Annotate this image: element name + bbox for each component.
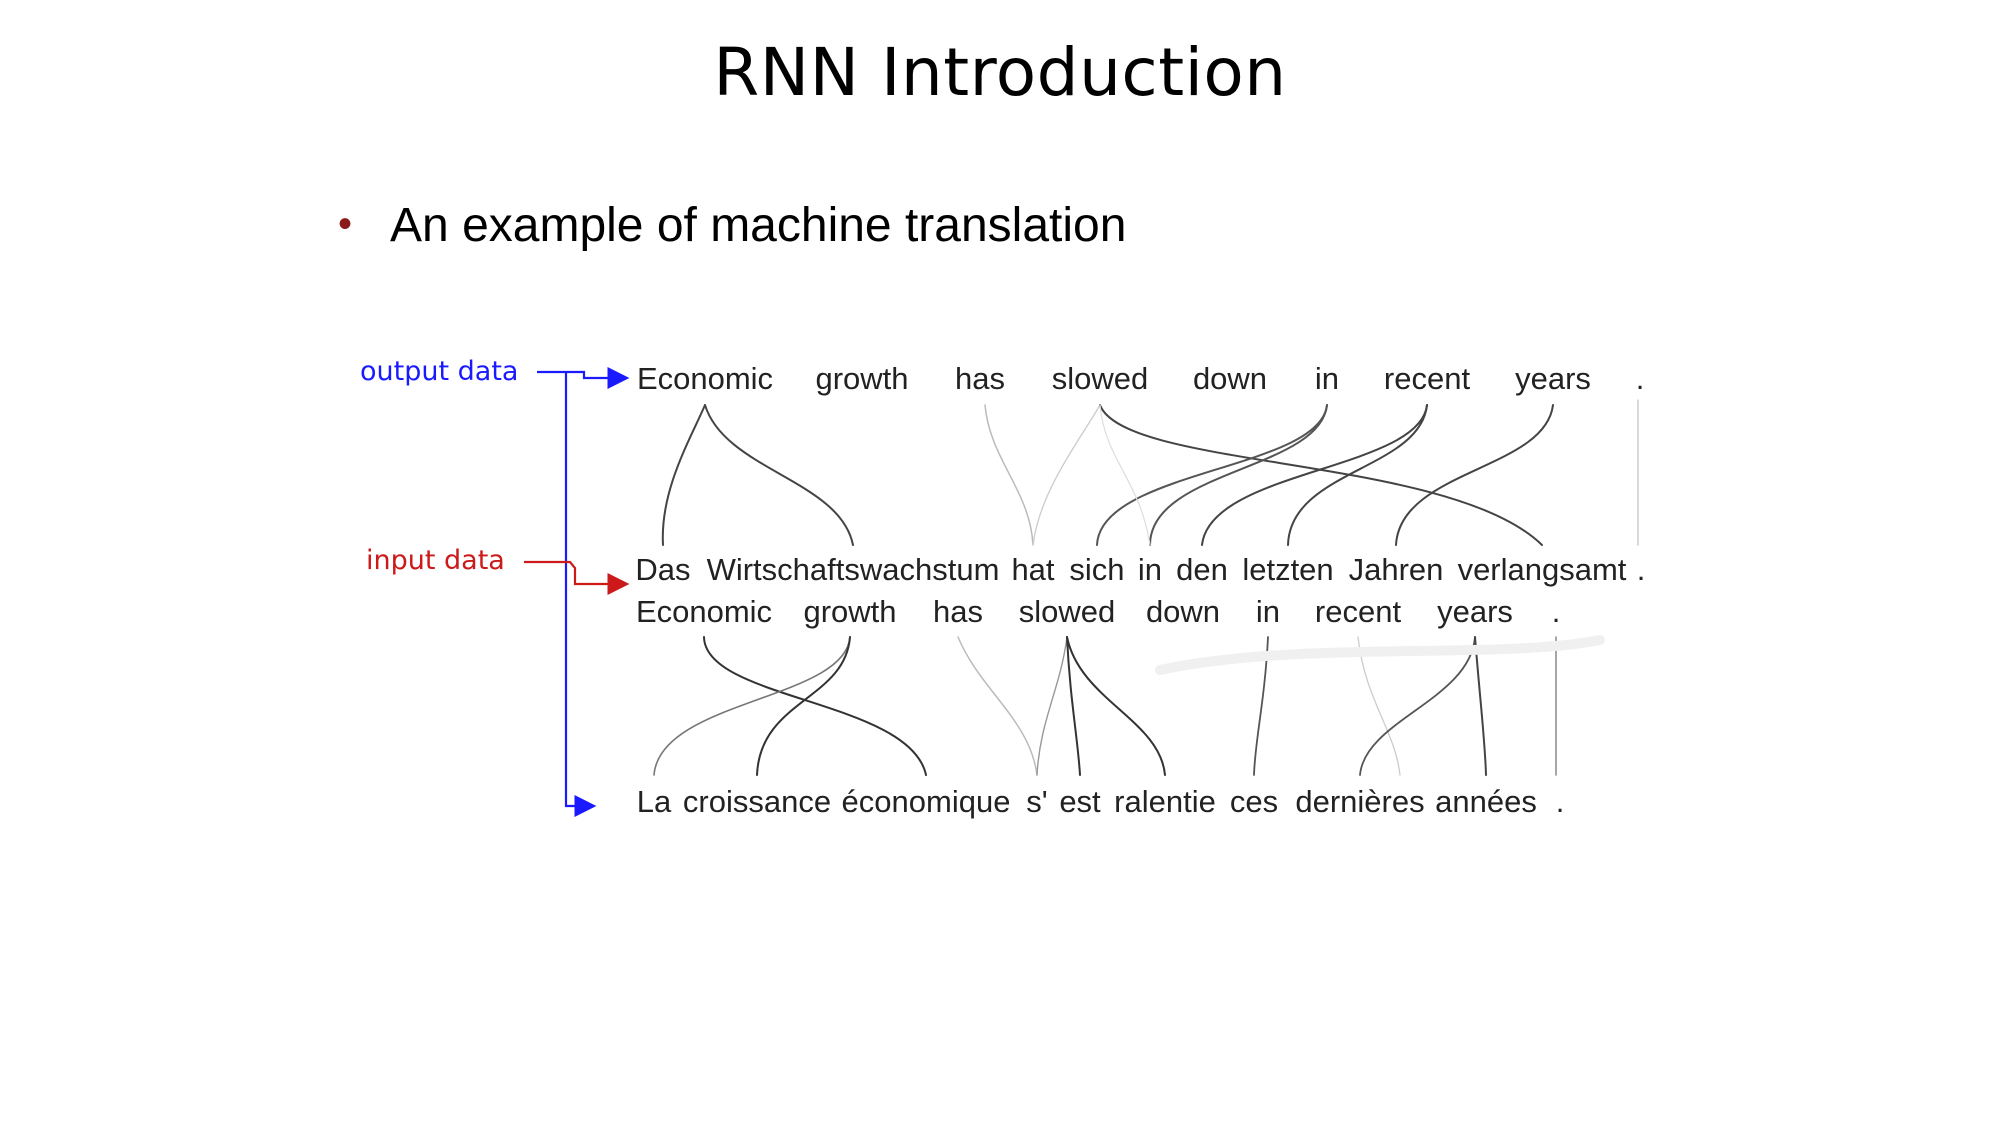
german-input-word: Jahren <box>1349 552 1444 587</box>
english-output-word: years <box>1515 361 1591 396</box>
french-output-word: est <box>1059 784 1101 819</box>
english-output-word: has <box>955 361 1005 396</box>
english-output-word: down <box>1193 361 1267 396</box>
input-sentence-german: Das Wirtschaftswachstum hat sich in den letzte… <box>635 552 1645 587</box>
german-input-word: Wirtschaftswachstum <box>707 552 1000 587</box>
english-input-word: Economic <box>636 594 772 629</box>
output-arrow <box>537 367 630 817</box>
english-output-word: in <box>1315 361 1339 396</box>
alignment-lines-2 <box>653 635 1605 776</box>
german-input-word: den <box>1176 552 1228 587</box>
english-input-word: growth <box>803 594 896 629</box>
english-output-word: slowed <box>1052 361 1149 396</box>
french-output-word: La <box>637 784 672 819</box>
german-input-word: Das <box>635 552 690 587</box>
english-input-word: has <box>933 594 983 629</box>
german-input-word: letzten <box>1242 552 1333 587</box>
german-input-word: verlangsamt <box>1458 552 1627 587</box>
translation-alignment-diagram: Economic growth has slowed down in recent years… <box>524 361 1645 819</box>
french-output-word: ralentie <box>1114 784 1216 819</box>
german-input-word: in <box>1138 552 1162 587</box>
english-output-word: Economic <box>637 361 773 396</box>
french-output-word: s' <box>1026 784 1047 819</box>
english-input-word: in <box>1256 594 1280 629</box>
german-input-word: sich <box>1069 552 1124 587</box>
english-input-word: years <box>1437 594 1513 629</box>
english-input-word: recent <box>1315 594 1402 629</box>
french-output-word: ces <box>1230 784 1278 819</box>
alignment-lines-1 <box>661 399 1639 546</box>
german-input-word: . <box>1637 552 1646 587</box>
french-output-word: années <box>1435 784 1537 819</box>
english-output-word: growth <box>815 361 908 396</box>
output-sentence-english-1: Economic growth has slowed down in recent years… <box>637 361 1644 396</box>
english-output-word: . <box>1636 361 1645 396</box>
french-output-word: dernières <box>1295 784 1424 819</box>
english-output-word: recent <box>1384 361 1471 396</box>
french-output-word: . <box>1556 784 1565 819</box>
input-arrow <box>524 560 630 595</box>
english-input-word: slowed <box>1019 594 1116 629</box>
input-sentence-english-2: Economic growth has slowed down in recent years… <box>636 594 1560 629</box>
output-sentence-french: La croissance économique s' est ralentie ces de… <box>637 784 1565 819</box>
french-output-word: croissance <box>683 784 831 819</box>
english-input-word: . <box>1552 594 1561 629</box>
english-input-word: down <box>1146 594 1220 629</box>
french-output-word: économique <box>842 784 1011 819</box>
german-input-word: hat <box>1011 552 1054 587</box>
